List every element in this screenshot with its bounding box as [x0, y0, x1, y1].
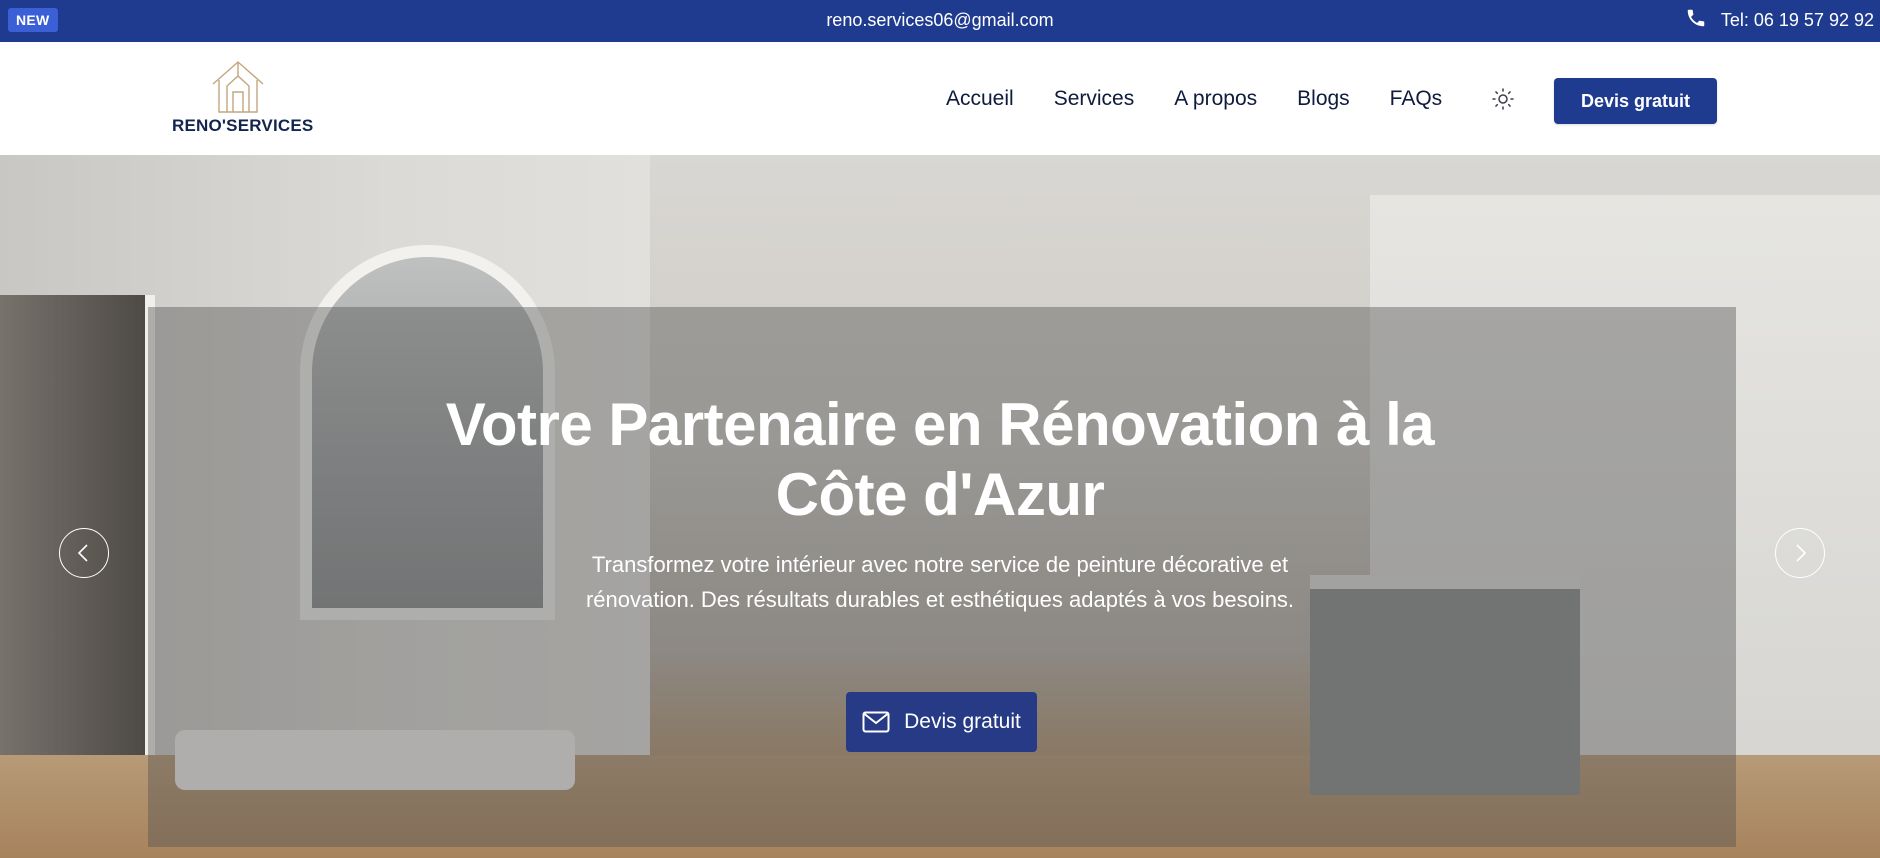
slider-next-button[interactable]: [1775, 528, 1825, 578]
hero-quote-label: Devis gratuit: [904, 710, 1021, 733]
house-logo-icon: [212, 61, 264, 113]
hero-title-line1: Votre Partenaire en Rénovation à la: [445, 391, 1435, 458]
theme-toggle-button[interactable]: [1491, 87, 1515, 111]
phone-icon: [1685, 7, 1707, 34]
chevron-right-icon: [1796, 544, 1807, 562]
nav-item-blogs[interactable]: Blogs: [1297, 87, 1350, 111]
hero-title: Votre Partenaire en Rénovation à la Côte…: [340, 390, 1540, 530]
slider-prev-button[interactable]: [59, 528, 109, 578]
nav-item-faqs[interactable]: FAQs: [1390, 87, 1443, 111]
hero-title-line2: Côte d'Azur: [775, 461, 1105, 528]
header-quote-button[interactable]: Devis gratuit: [1554, 78, 1717, 124]
nav-item-accueil[interactable]: Accueil: [946, 87, 1014, 111]
hero-subtitle: Transformez votre intérieur avec notre s…: [585, 552, 1295, 612]
phone-number: Tel: 06 19 57 92 92: [1720, 9, 1874, 30]
site-header: RENO'SERVICES Accueil Services A propos …: [0, 42, 1880, 155]
hero-slider: Votre Partenaire en Rénovation à la Côte…: [0, 155, 1880, 858]
top-bar: NEW reno.services06@gmail.com Tel: 06 19…: [0, 0, 1880, 42]
nav-item-services[interactable]: Services: [1054, 87, 1135, 111]
contact-phone[interactable]: Tel: 06 19 57 92 92: [1685, 0, 1874, 40]
sun-icon: [1492, 88, 1514, 110]
mail-icon: [862, 711, 890, 733]
main-nav: Accueil Services A propos Blogs FAQs: [946, 42, 1482, 155]
nav-item-a-propos[interactable]: A propos: [1174, 87, 1257, 111]
contact-email[interactable]: reno.services06@gmail.com: [0, 0, 1880, 40]
logo[interactable]: RENO'SERVICES: [168, 58, 313, 140]
chevron-left-icon: [77, 544, 88, 562]
logo-text: RENO'SERVICES: [172, 116, 314, 135]
hero-quote-button[interactable]: Devis gratuit: [846, 692, 1037, 752]
